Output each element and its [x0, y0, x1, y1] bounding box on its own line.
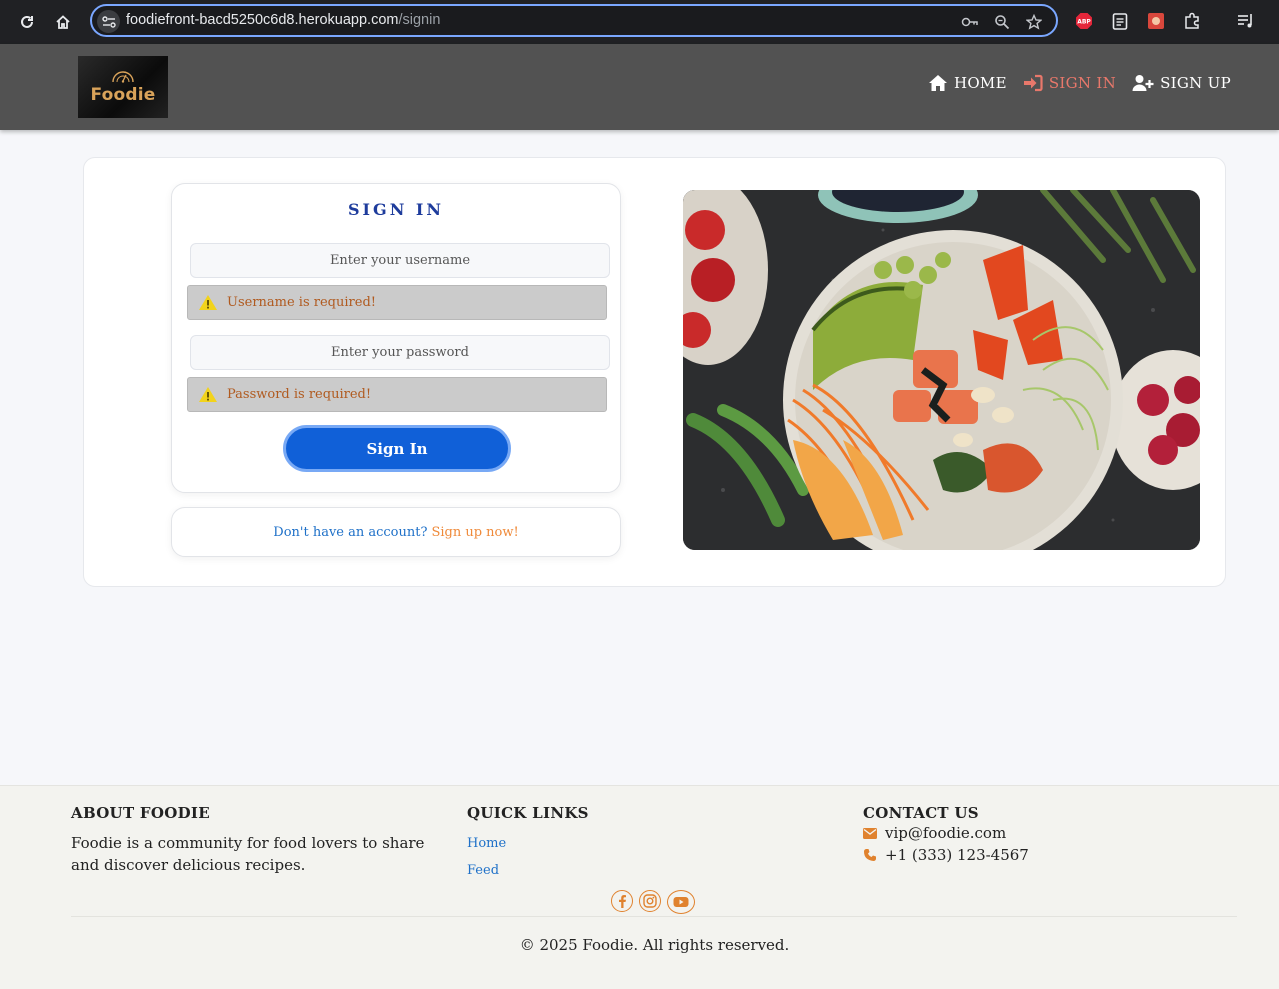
- signup-prompt-box: Don't have an account? Sign up now!: [171, 507, 621, 557]
- home-icon: [928, 75, 947, 91]
- address-bar[interactable]: foodiefront-bacd5250c6d8.herokuapp.com/s…: [90, 4, 1058, 37]
- home-browser-icon[interactable]: [51, 10, 75, 34]
- extension-red-icon[interactable]: [1146, 11, 1166, 31]
- signup-question: Don't have an account?: [273, 524, 428, 540]
- site-footer: ABOUT FOODIE Foodie is a community for f…: [0, 785, 1279, 989]
- copyright-text: © 2025 Foodie. All rights reserved.: [519, 936, 790, 954]
- footer-quick-links: QUICK LINKS Home Feed: [467, 804, 589, 878]
- bookmark-star-icon[interactable]: [1024, 12, 1044, 32]
- youtube-icon[interactable]: [667, 890, 695, 914]
- main-nav: HOME SIGN IN SIGN UP: [928, 74, 1231, 92]
- logo-text: Foodie: [90, 85, 156, 105]
- password-input[interactable]: [190, 335, 610, 370]
- nav-home-label: HOME: [953, 74, 1007, 92]
- footer-about: ABOUT FOODIE Foodie is a community for f…: [71, 804, 431, 876]
- signin-title: SIGN IN: [347, 200, 444, 219]
- contact-heading: CONTACT US: [863, 804, 979, 822]
- nav-home[interactable]: HOME: [928, 74, 1007, 92]
- envelope-icon: [863, 827, 877, 839]
- sign-in-icon: [1023, 74, 1043, 92]
- contact-phone-text[interactable]: +1 (333) 123-4567: [885, 846, 1029, 864]
- quick-links-heading: QUICK LINKS: [467, 804, 589, 822]
- svg-text:ABP: ABP: [1077, 19, 1091, 26]
- contact-email-text[interactable]: vip@foodie.com: [885, 824, 1006, 842]
- sign-in-button[interactable]: Sign In: [283, 425, 511, 472]
- food-bowl-image: [683, 190, 1200, 550]
- adblock-icon[interactable]: ABP: [1074, 11, 1094, 31]
- social-links: [611, 890, 695, 914]
- signin-form: SIGN IN Username is required! Password i…: [171, 183, 621, 493]
- signup-link[interactable]: Sign up now!: [431, 525, 518, 540]
- about-text: Foodie is a community for food lovers to…: [71, 834, 425, 874]
- media-icon[interactable]: [1236, 11, 1256, 31]
- warning-icon: [199, 295, 217, 310]
- nav-sign-in[interactable]: SIGN IN: [1023, 74, 1116, 92]
- username-input[interactable]: [190, 243, 610, 278]
- contact-phone: +1 (333) 123-4567: [863, 844, 1029, 866]
- phone-icon: [864, 849, 876, 861]
- password-error-text: Password is required!: [227, 387, 372, 402]
- footer-link-feed[interactable]: Feed: [467, 863, 589, 878]
- notes-icon[interactable]: [1110, 11, 1130, 31]
- password-error: Password is required!: [187, 377, 607, 412]
- nav-sign-up[interactable]: SIGN UP: [1132, 74, 1231, 92]
- browser-toolbar: foodiefront-bacd5250c6d8.herokuapp.com/s…: [0, 0, 1279, 44]
- footer-divider: [71, 916, 1237, 917]
- url-text: foodiefront-bacd5250c6d8.herokuapp.com/s…: [126, 12, 441, 28]
- chef-gauge-icon: [112, 71, 134, 83]
- username-error: Username is required!: [187, 285, 607, 320]
- site-info-icon[interactable]: [97, 10, 120, 33]
- warning-icon: [199, 387, 217, 402]
- key-icon[interactable]: [960, 12, 980, 32]
- nav-sign-in-label: SIGN IN: [1048, 74, 1117, 92]
- contact-email: vip@foodie.com: [863, 822, 1029, 844]
- about-heading: ABOUT FOODIE: [71, 804, 210, 822]
- zoom-icon[interactable]: [992, 12, 1012, 32]
- site-header: Foodie HOME SIGN IN SIGN UP: [0, 44, 1279, 130]
- puzzle-icon[interactable]: [1182, 11, 1202, 31]
- facebook-icon[interactable]: [611, 890, 633, 912]
- footer-link-home[interactable]: Home: [467, 836, 589, 851]
- user-plus-icon: [1132, 75, 1154, 91]
- foodie-logo[interactable]: Foodie: [78, 56, 168, 118]
- username-error-text: Username is required!: [227, 295, 376, 310]
- instagram-icon[interactable]: [639, 890, 661, 912]
- nav-sign-up-label: SIGN UP: [1160, 74, 1231, 92]
- reload-icon[interactable]: [15, 10, 39, 34]
- footer-contact: CONTACT US vip@foodie.com +1 (333) 123-4…: [863, 804, 1029, 866]
